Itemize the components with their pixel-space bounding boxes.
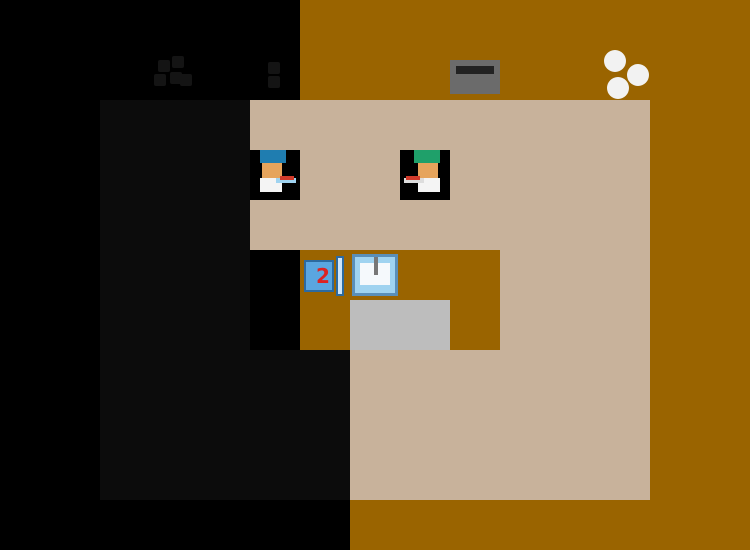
shadow-floor xyxy=(100,100,250,500)
onion-icon xyxy=(180,74,192,86)
plate-icon xyxy=(607,77,629,99)
counter-bottom xyxy=(350,500,650,550)
knife-icon xyxy=(406,176,420,180)
floor-lower xyxy=(350,350,650,500)
plate-icon xyxy=(604,50,626,72)
counter-right xyxy=(650,100,750,550)
plate-icon xyxy=(627,64,649,86)
floor-upper xyxy=(250,100,650,250)
game-board: 2 xyxy=(0,0,750,550)
shadow-marker-icon xyxy=(262,60,288,90)
shadow-cell xyxy=(250,250,300,350)
counter-top xyxy=(300,0,750,100)
pot-icon xyxy=(352,254,398,296)
pan-icon xyxy=(336,256,344,296)
onion-icon xyxy=(158,60,170,72)
pot-ingredient-count: 2 xyxy=(316,264,330,288)
cutting-board-icon: 2 xyxy=(302,256,346,296)
knife-icon xyxy=(280,176,294,180)
pot-handle xyxy=(374,257,378,275)
floor-right xyxy=(500,250,650,350)
chef-blue-icon xyxy=(250,150,300,200)
chef-hat xyxy=(260,150,286,163)
onion-icon xyxy=(172,56,184,68)
shadow-floor-2 xyxy=(250,350,350,500)
chef-hat xyxy=(414,150,440,163)
onion-icon xyxy=(154,74,166,86)
serving-counter-icon xyxy=(350,300,450,350)
dish-dispenser-icon xyxy=(450,60,500,94)
chef-green-icon xyxy=(400,150,450,200)
onion-dispenser-icon xyxy=(150,50,200,100)
